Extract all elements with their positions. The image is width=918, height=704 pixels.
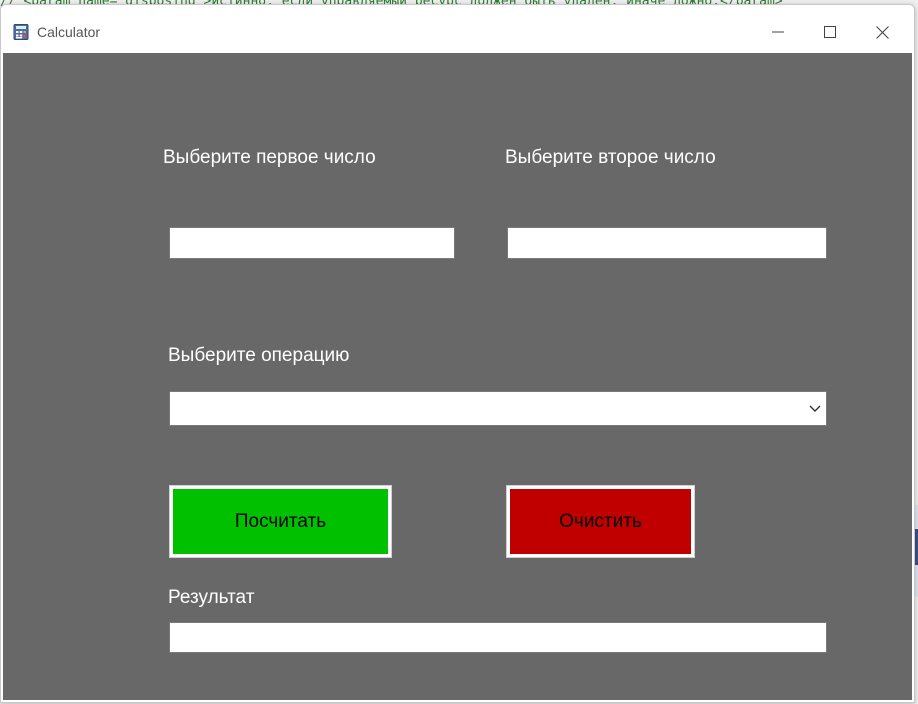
window-title: Calculator	[37, 24, 101, 40]
clear-button-label: Очистить	[559, 510, 642, 532]
second-number-input[interactable]	[507, 227, 827, 259]
calculator-icon	[13, 24, 29, 40]
result-output[interactable]	[169, 622, 827, 653]
clear-button[interactable]: Очистить	[506, 485, 695, 558]
operation-select[interactable]	[169, 391, 827, 426]
calculate-button[interactable]: Посчитать	[169, 485, 392, 558]
maximize-icon	[824, 26, 836, 38]
calculate-button-label: Посчитать	[234, 510, 327, 532]
result-label: Результат	[168, 587, 255, 608]
minimize-icon	[772, 31, 784, 33]
first-number-label: Выберите первое число	[163, 147, 376, 168]
maximize-button[interactable]	[807, 17, 853, 47]
second-number-label: Выберите второе число	[505, 147, 716, 168]
close-icon	[875, 25, 889, 39]
operation-label: Выберите операцию	[168, 345, 350, 366]
first-number-input[interactable]	[169, 227, 455, 259]
chevron-down-icon	[809, 405, 821, 412]
minimize-button[interactable]	[755, 17, 801, 47]
calculator-window: Calculator Выберите первое число Выберит…	[0, 4, 915, 703]
calculator-form: Выберите первое число Выберите второе чи…	[3, 53, 912, 700]
close-button[interactable]	[859, 17, 905, 47]
title-bar[interactable]: Calculator	[1, 5, 914, 53]
